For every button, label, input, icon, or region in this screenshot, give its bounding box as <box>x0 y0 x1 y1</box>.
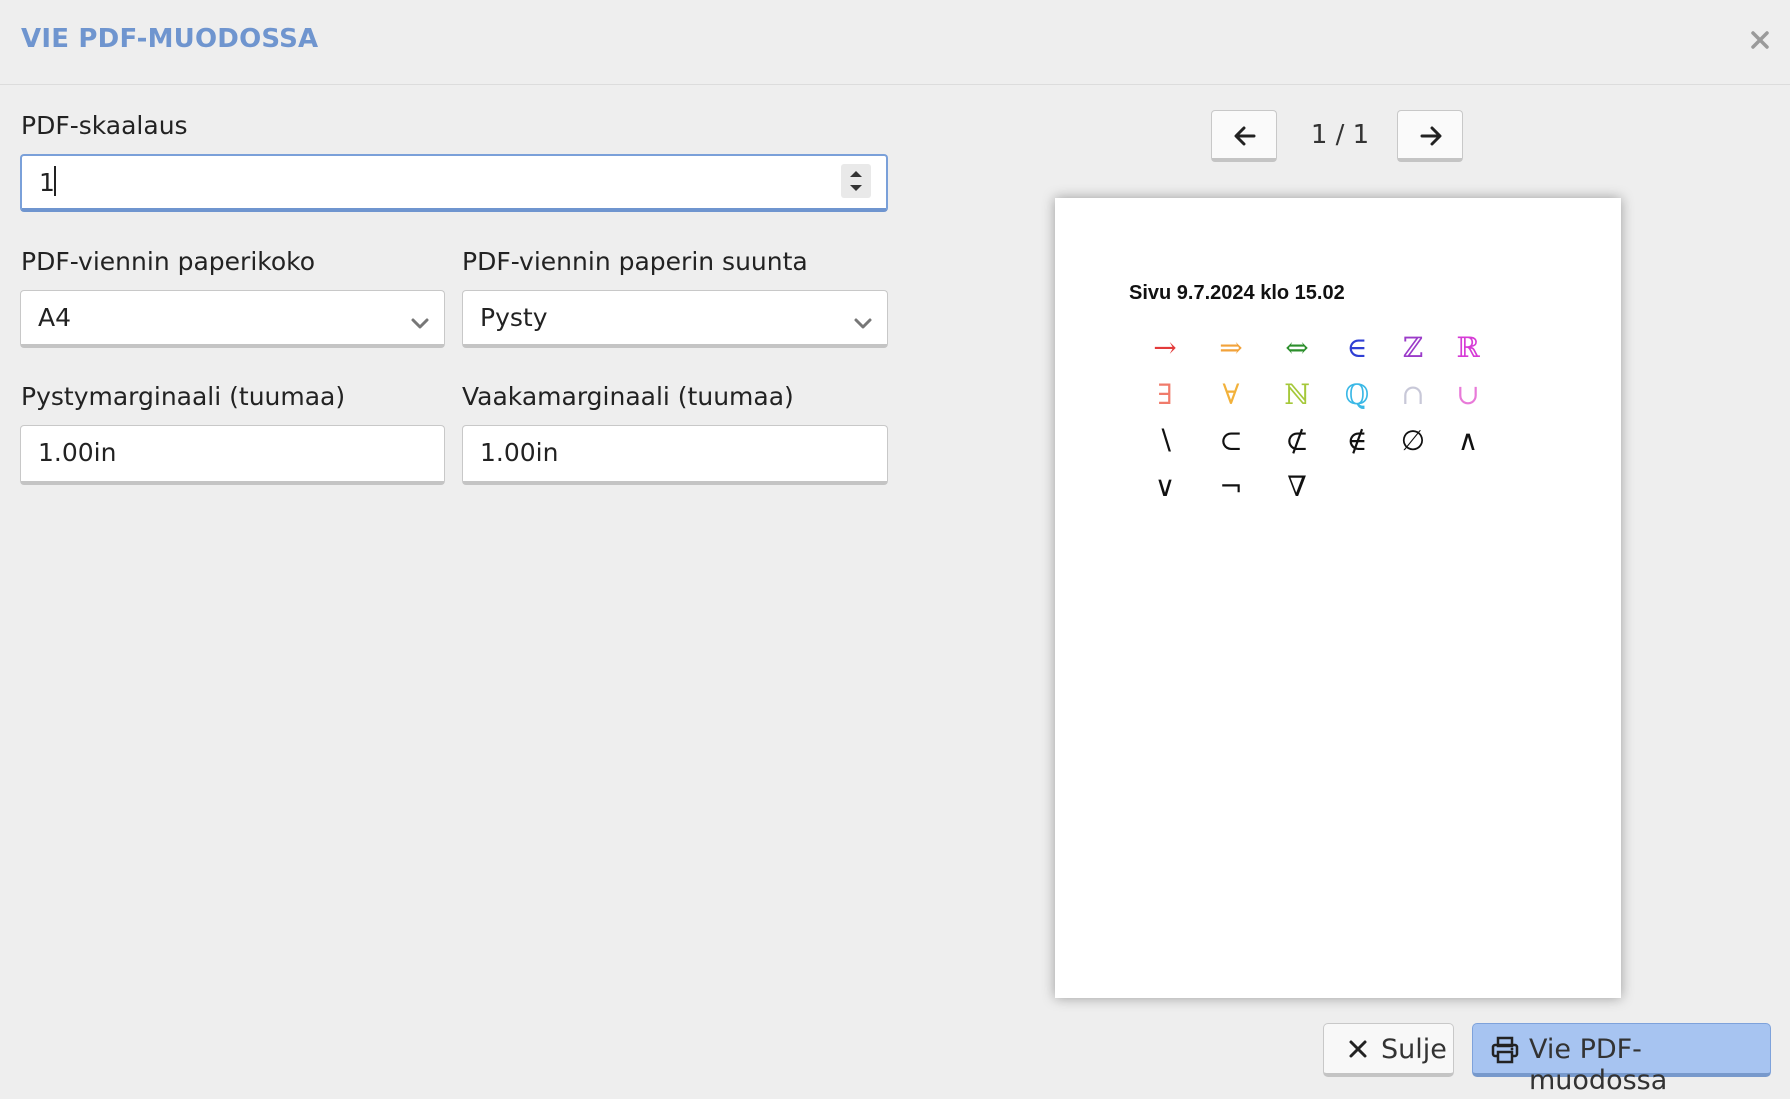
preview-symbol: ⊄ <box>1285 424 1309 457</box>
number-spinner[interactable] <box>841 164 871 198</box>
preview-symbol: ⊂ <box>1219 424 1243 457</box>
page-indicator: 1 / 1 <box>1310 120 1370 150</box>
prev-page-button[interactable] <box>1211 110 1277 162</box>
vertical-margin-value: 1.00in <box>38 438 117 467</box>
preview-symbol: ℕ <box>1284 378 1310 411</box>
orientation-select[interactable]: Pysty <box>462 290 888 348</box>
paper-size-select[interactable]: A4 <box>20 290 445 348</box>
scale-label: PDF-skaalaus <box>21 111 188 140</box>
preview-symbol: ∀ <box>1222 378 1240 411</box>
preview-symbol: ⇔ <box>1285 331 1309 364</box>
close-button[interactable]: Sulje <box>1323 1023 1454 1077</box>
preview-symbol: ∃ <box>1157 378 1173 411</box>
export-button-label: Vie PDF-muodossa <box>1529 1034 1668 1096</box>
arrow-left-icon <box>1234 126 1256 146</box>
preview-symbol: ∅ <box>1400 424 1426 457</box>
preview-symbol: ℝ <box>1456 331 1480 364</box>
preview-symbol: ∖ <box>1156 424 1174 457</box>
horizontal-margin-label: Vaakamarginaali (tuumaa) <box>462 382 794 411</box>
preview-symbol: → <box>1153 331 1177 364</box>
preview-symbol: ∈ <box>1346 331 1368 364</box>
x-icon <box>1349 1040 1367 1058</box>
pdf-preview-page: Sivu 9.7.2024 klo 15.02 → ⇒ ⇔ ∈ ℤ ℝ ∃ ∀ ℕ ℚ ∩ ∪ ∖ ⊂ ⊄ ∉… <box>1055 198 1621 998</box>
preview-symbol: ∨ <box>1154 470 1176 503</box>
preview-page-heading: Sivu 9.7.2024 klo 15.02 <box>1129 282 1345 304</box>
preview-symbol: ∉ <box>1346 424 1368 457</box>
dialog-title: VIE PDF-MUODOSSA <box>21 24 319 54</box>
close-icon[interactable] <box>1742 22 1778 58</box>
paper-size-label: PDF-viennin paperikoko <box>21 247 316 276</box>
export-pdf-button[interactable]: Vie PDF-muodossa <box>1472 1023 1771 1096</box>
pdf-export-dialog: VIE PDF-MUODOSSA PDF-skaalaus 1 PDF-vien… <box>0 0 1790 1099</box>
orientation-value: Pysty <box>480 303 548 332</box>
preview-symbol: ∧ <box>1457 424 1479 457</box>
next-page-button[interactable] <box>1397 110 1463 162</box>
dialog-header: VIE PDF-MUODOSSA <box>0 0 1790 85</box>
preview-symbol: ⇒ <box>1219 331 1243 364</box>
scale-input[interactable]: 1 <box>20 154 888 212</box>
printer-icon <box>1491 1036 1519 1064</box>
scale-value: 1 <box>39 168 55 197</box>
horizontal-margin-input[interactable]: 1.00in <box>462 425 888 485</box>
chevron-down-icon <box>410 308 430 337</box>
orientation-label: PDF-viennin paperin suunta <box>462 247 808 276</box>
close-button-label: Sulje <box>1381 1034 1447 1065</box>
spinner-arrows-icon <box>850 171 862 191</box>
vertical-margin-label: Pystymarginaali (tuumaa) <box>21 382 346 411</box>
arrow-right-icon <box>1420 126 1442 146</box>
paper-size-value: A4 <box>38 303 72 332</box>
preview-symbol: ℚ <box>1344 378 1370 411</box>
preview-symbol: ℤ <box>1402 331 1424 364</box>
chevron-down-icon <box>853 308 873 337</box>
preview-symbol: ∇ <box>1287 470 1307 503</box>
horizontal-margin-value: 1.00in <box>480 438 559 467</box>
text-caret <box>54 166 56 196</box>
vertical-margin-input[interactable]: 1.00in <box>20 425 445 485</box>
preview-symbol: ∪ <box>1456 378 1480 411</box>
preview-symbol: ∩ <box>1401 378 1425 411</box>
preview-symbol: ¬ <box>1219 470 1243 503</box>
